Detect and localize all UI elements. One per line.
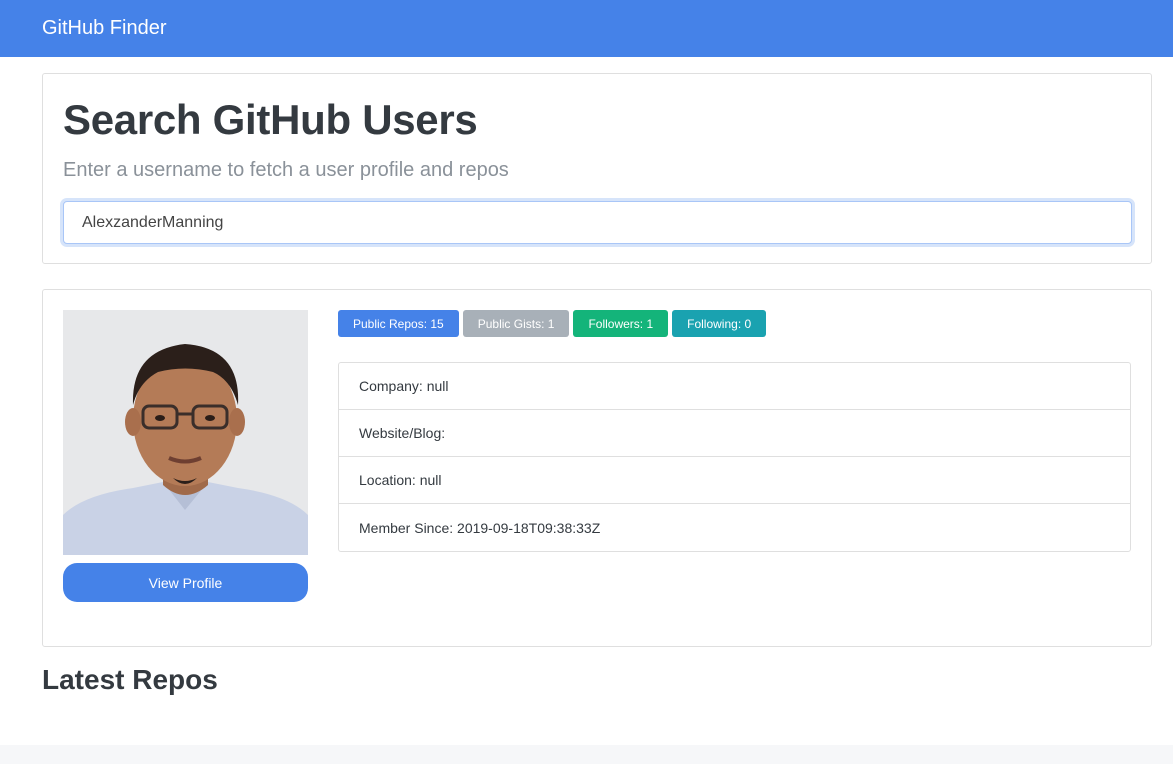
search-card: Search GitHub Users Enter a username to … <box>42 73 1152 264</box>
avatar-photo <box>63 310 308 555</box>
latest-repos-heading: Latest Repos <box>42 664 218 695</box>
public-gists-badge: Public Gists: 1 <box>462 310 570 337</box>
following-badge: Following: 0 <box>672 310 767 337</box>
view-profile-button[interactable]: View Profile <box>63 563 308 602</box>
profile-card: View Profile Public Repos: 15 Public Gis… <box>42 289 1152 647</box>
search-lead-text: Enter a username to fetch a user profile… <box>63 159 509 181</box>
search-input[interactable] <box>63 201 1132 244</box>
brand-link[interactable]: GitHub Finder <box>42 17 167 40</box>
navbar: GitHub Finder <box>0 0 1173 57</box>
stats-badges: Public Repos: 15 Public Gists: 1 Followe… <box>338 310 767 337</box>
info-member-since: Member Since: 2019-09-18T09:38:33Z <box>359 519 601 536</box>
footer-strip <box>0 745 1173 764</box>
info-company: Company: null <box>339 363 1130 410</box>
followers-badge: Followers: 1 <box>573 310 669 337</box>
page-title: Search GitHub Users <box>63 96 478 143</box>
info-location: Location: null <box>339 457 1130 504</box>
public-repos-badge: Public Repos: 15 <box>338 310 459 337</box>
profile-info-list: Company: null Website/Blog: Location: nu… <box>338 362 1131 552</box>
info-website: Website/Blog: <box>339 410 1130 457</box>
avatar <box>63 310 308 555</box>
